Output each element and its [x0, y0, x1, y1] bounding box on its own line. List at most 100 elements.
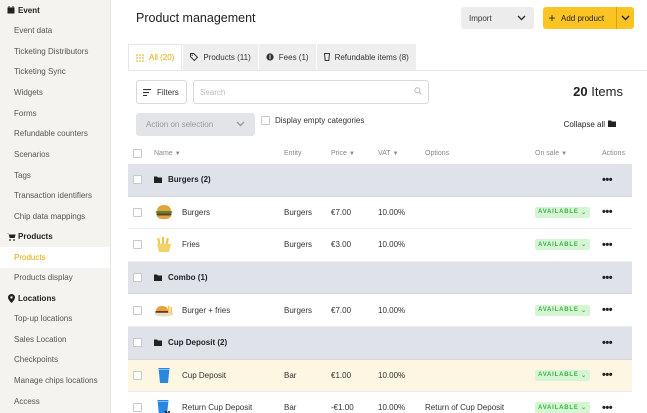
- header-vat[interactable]: VAT ▼: [378, 150, 399, 157]
- burger-icon: [154, 202, 174, 222]
- import-button[interactable]: Import: [461, 7, 534, 29]
- sidebar-item-checkpoints[interactable]: Checkpoints: [0, 350, 110, 371]
- on-sale-status-dropdown[interactable]: AVAILABLE ⌄: [535, 369, 590, 381]
- group-name: Combo (1): [154, 273, 208, 282]
- price-cell: €3.00: [331, 240, 352, 250]
- table-group-row[interactable]: Cup Deposit (2) •••: [128, 326, 632, 360]
- more-actions-button[interactable]: •••: [602, 402, 613, 413]
- chevron-down-icon: ⌄: [581, 307, 587, 314]
- table-row[interactable]: Return Cup Deposit Bar -€1.00 10.00% Ret…: [128, 392, 632, 413]
- item-count: 20 Items: [573, 84, 623, 99]
- product-name: Burgers: [182, 207, 211, 217]
- on-sale-status-dropdown[interactable]: AVAILABLE ⌄: [535, 239, 590, 251]
- add-product-button[interactable]: + Add product: [543, 7, 634, 29]
- header-on-sale[interactable]: On sale ▼: [535, 150, 567, 157]
- row-checkbox[interactable]: [133, 305, 142, 315]
- search-input[interactable]: Search: [193, 80, 429, 104]
- more-actions-button[interactable]: •••: [602, 174, 613, 186]
- sidebar-item-access[interactable]: Access: [0, 391, 110, 412]
- row-checkbox[interactable]: [133, 403, 142, 413]
- sidebar-group-event[interactable]: Event: [0, 0, 110, 20]
- sidebar-item-refundable-counters[interactable]: Refundable counters: [0, 123, 110, 144]
- tab-fees[interactable]: Fees (1): [258, 44, 316, 70]
- sidebar-item-manage-chips-locations[interactable]: Manage chips locations: [0, 370, 110, 391]
- more-actions-button[interactable]: •••: [602, 337, 613, 349]
- sidebar-item-sales-location[interactable]: Sales Location: [0, 329, 110, 350]
- sidebar-group-label: Products: [18, 232, 53, 242]
- chevron-down-icon: [517, 14, 526, 23]
- on-sale-status-dropdown[interactable]: AVAILABLE ⌄: [535, 402, 590, 413]
- more-actions-button[interactable]: •••: [602, 304, 613, 316]
- return-cup-icon: [154, 398, 174, 413]
- add-product-dropdown-toggle[interactable]: [616, 7, 634, 29]
- chevron-down-icon: ⌄: [581, 209, 587, 216]
- sidebar-item-scenarios[interactable]: Scenarios: [0, 144, 110, 165]
- on-sale-status-dropdown[interactable]: AVAILABLE ⌄: [535, 206, 590, 218]
- display-empty-categories[interactable]: Display empty categories: [261, 116, 364, 125]
- entity-cell: Bar: [284, 370, 297, 380]
- table-row[interactable]: Burger + fries Burgers €7.00 10.00% AVAI…: [128, 294, 632, 327]
- on-sale-status-dropdown[interactable]: AVAILABLE ⌄: [535, 304, 590, 316]
- sidebar-item-transaction-identifiers[interactable]: Transaction identifiers: [0, 186, 110, 207]
- row-checkbox[interactable]: [133, 240, 142, 250]
- tab-refundable-items[interactable]: Refundable items (8): [316, 44, 416, 70]
- row-checkbox[interactable]: [133, 273, 142, 283]
- table-row[interactable]: Cup Deposit Bar €1.00 10.00% AVAILABLE ⌄…: [128, 359, 632, 393]
- select-all-checkbox[interactable]: [133, 149, 142, 158]
- coin-icon: [266, 53, 274, 61]
- table-row[interactable]: Burgers Burgers €7.00 10.00% AVAILABLE ⌄…: [128, 197, 632, 230]
- cart-icon: [6, 233, 16, 241]
- product-name-cell: Fries: [154, 235, 200, 255]
- sidebar-item-ticketing-distributors[interactable]: Ticketing Distributors: [0, 41, 110, 62]
- cup-icon: [323, 53, 330, 61]
- sort-down-icon: ▼: [174, 150, 181, 157]
- vat-cell: 10.00%: [378, 207, 406, 217]
- header-price[interactable]: Price ▼: [331, 150, 355, 157]
- product-name-cell: Burgers: [154, 202, 210, 222]
- filters-label: Filters: [157, 87, 179, 97]
- sidebar-group-label: Event: [18, 5, 40, 15]
- tab-all[interactable]: All (20): [128, 44, 183, 70]
- status-label: AVAILABLE: [538, 404, 579, 411]
- price-cell: €7.00: [331, 305, 352, 315]
- row-checkbox[interactable]: [133, 338, 142, 348]
- more-actions-button[interactable]: •••: [602, 272, 613, 284]
- header-name[interactable]: Name ▼: [154, 150, 181, 157]
- more-actions-button[interactable]: •••: [602, 369, 613, 381]
- row-checkbox[interactable]: [133, 370, 142, 380]
- row-checkbox[interactable]: [133, 175, 142, 185]
- sidebar-group-products[interactable]: Products: [0, 227, 110, 247]
- header-options: Options: [425, 150, 450, 157]
- filters-button[interactable]: Filters: [136, 80, 187, 104]
- table-group-row[interactable]: Burgers (2) •••: [128, 164, 632, 197]
- header-price-label: Price: [331, 150, 347, 157]
- header-vat-label: VAT: [378, 150, 391, 157]
- sidebar-group-label: Locations: [18, 293, 56, 303]
- sidebar-item-chip-data-mappings[interactable]: Chip data mappings: [0, 206, 110, 227]
- location-pin-icon: [6, 293, 16, 303]
- action-on-selection-dropdown[interactable]: Action on selection: [136, 113, 255, 136]
- collapse-all-button[interactable]: Collapse all: [564, 120, 616, 129]
- entity-cell: Bar: [284, 403, 297, 413]
- table-row[interactable]: Fries Burgers €3.00 10.00% AVAILABLE ⌄ •…: [128, 229, 632, 262]
- sidebar-item-tags[interactable]: Tags: [0, 165, 110, 186]
- display-empty-checkbox[interactable]: [261, 116, 270, 125]
- table-group-row[interactable]: Combo (1) •••: [128, 261, 632, 295]
- sidebar-item-products-display[interactable]: Products display: [0, 268, 110, 289]
- sidebar-item-widgets[interactable]: Widgets: [0, 82, 110, 103]
- sidebar-group-locations[interactable]: Locations: [0, 288, 110, 308]
- category-tabs: All (20) Products (11) Fees (1) Refundab…: [128, 44, 417, 70]
- row-checkbox[interactable]: [133, 207, 142, 217]
- sidebar-item-forms[interactable]: Forms: [0, 103, 110, 124]
- item-count-label: Items: [591, 84, 623, 99]
- sidebar-item-event-data[interactable]: Event data: [0, 20, 110, 41]
- sort-down-icon: ▼: [392, 151, 399, 157]
- sidebar-item-products[interactable]: Products: [0, 246, 110, 268]
- folder-icon: [154, 339, 162, 347]
- collapse-all-label: Collapse all: [563, 120, 605, 129]
- more-actions-button[interactable]: •••: [602, 239, 613, 251]
- tab-products[interactable]: Products (11): [183, 44, 258, 70]
- sidebar-item-ticketing-sync[interactable]: Ticketing Sync: [0, 61, 110, 82]
- sidebar-item-top-up-locations[interactable]: Top-up locations: [0, 308, 110, 329]
- more-actions-button[interactable]: •••: [602, 206, 613, 218]
